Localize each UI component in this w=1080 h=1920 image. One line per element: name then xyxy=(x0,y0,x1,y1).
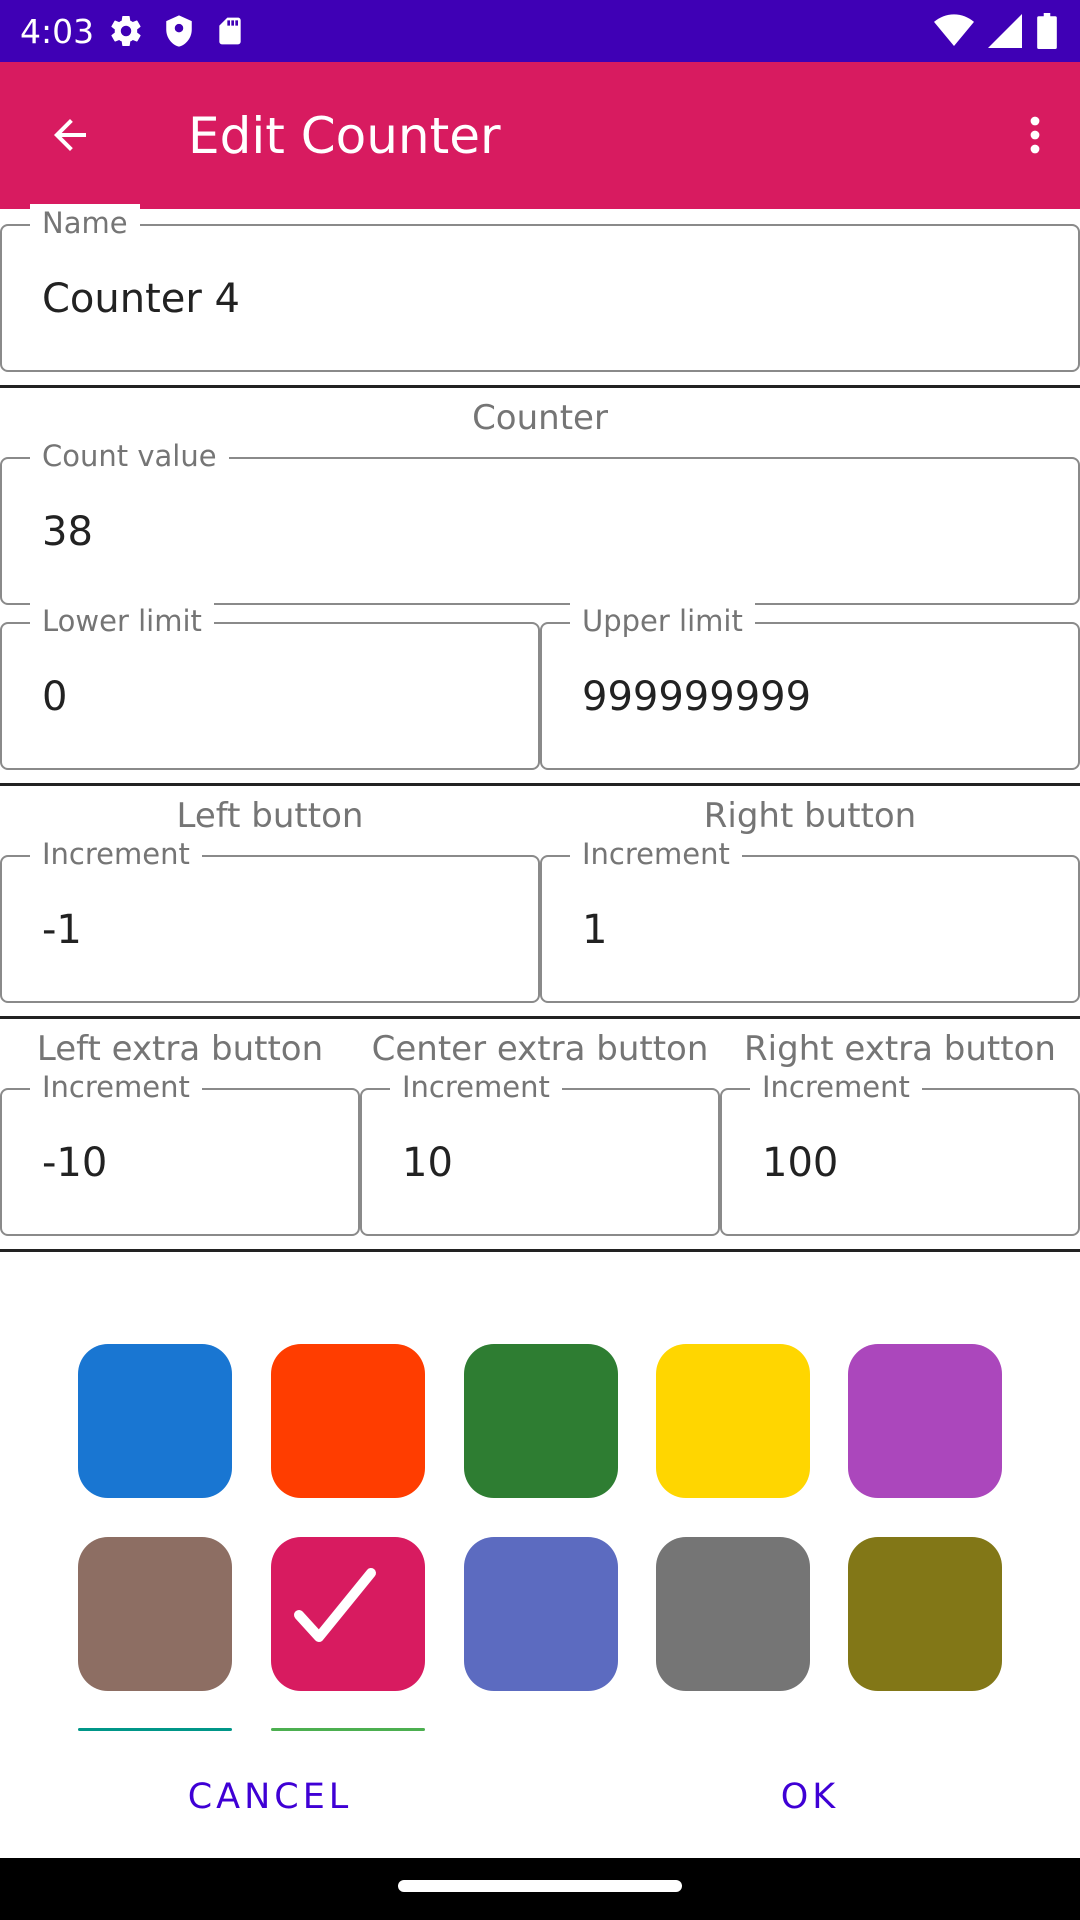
right-button-section-title: Right button xyxy=(703,796,917,836)
more-options-button[interactable] xyxy=(1000,100,1070,170)
right-extra-increment-label: Increment xyxy=(750,1068,922,1106)
color-swatch-yellow[interactable] xyxy=(656,1344,810,1498)
lower-limit-input[interactable]: 0 xyxy=(42,672,67,722)
left-extra-increment-label: Increment xyxy=(30,1068,202,1106)
left-extra-increment-field[interactable]: Increment -10 xyxy=(0,1068,360,1236)
color-swatch-pink[interactable] xyxy=(271,1537,425,1691)
page-title: Edit Counter xyxy=(188,107,501,165)
sd-card-icon xyxy=(214,13,246,53)
name-field-label: Name xyxy=(30,204,140,242)
color-swatch-olive[interactable] xyxy=(848,1537,1002,1691)
cell-signal-icon xyxy=(988,14,1022,52)
divider xyxy=(0,1249,1080,1252)
more-vert-icon xyxy=(1030,116,1040,154)
count-value-input[interactable]: 38 xyxy=(42,507,93,557)
right-button-increment-label: Increment xyxy=(570,835,742,873)
upper-limit-input[interactable]: 999999999 xyxy=(582,672,811,722)
home-gesture-handle[interactable] xyxy=(398,1880,682,1892)
color-swatch-green[interactable] xyxy=(464,1344,618,1498)
back-button[interactable] xyxy=(30,100,110,170)
check-icon xyxy=(294,1568,376,1642)
status-bar: 4:03 xyxy=(0,0,1080,62)
color-swatch-brown[interactable] xyxy=(78,1537,232,1691)
left-button-increment-field[interactable]: Increment -1 xyxy=(0,835,540,1003)
name-field-value[interactable]: Counter 4 xyxy=(42,274,240,324)
left-button-section-title: Left button xyxy=(176,796,364,836)
right-button-increment-field[interactable]: Increment 1 xyxy=(540,835,1080,1003)
battery-icon xyxy=(1036,13,1058,53)
right-extra-button-section-title: Right extra button xyxy=(744,1029,1056,1069)
gear-icon xyxy=(108,13,144,53)
color-swatch-orange[interactable] xyxy=(271,1344,425,1498)
right-button-increment-input[interactable]: 1 xyxy=(582,905,607,955)
status-time: 4:03 xyxy=(20,12,95,51)
color-swatch-grey[interactable] xyxy=(656,1537,810,1691)
left-extra-increment-input[interactable]: -10 xyxy=(42,1138,107,1188)
color-swatch-teal-partial[interactable] xyxy=(78,1728,232,1731)
color-swatch-indigo[interactable] xyxy=(464,1537,618,1691)
navigation-bar xyxy=(0,1858,1080,1920)
wifi-icon xyxy=(934,14,974,52)
center-extra-button-section-title: Center extra button xyxy=(371,1029,709,1069)
arrow-back-icon xyxy=(54,119,86,151)
ok-button[interactable]: OK xyxy=(760,1770,860,1824)
color-swatch-purple[interactable] xyxy=(848,1344,1002,1498)
upper-limit-field[interactable]: Upper limit 999999999 xyxy=(540,602,1080,770)
center-extra-increment-field[interactable]: Increment 10 xyxy=(360,1068,720,1236)
divider xyxy=(0,1016,1080,1019)
upper-limit-label: Upper limit xyxy=(570,602,755,640)
right-extra-increment-input[interactable]: 100 xyxy=(762,1138,838,1188)
shield-icon xyxy=(162,13,196,53)
lower-limit-field[interactable]: Lower limit 0 xyxy=(0,602,540,770)
left-button-increment-input[interactable]: -1 xyxy=(42,905,82,955)
color-swatch-green-partial[interactable] xyxy=(271,1728,425,1731)
name-field[interactable]: Name Counter 4 xyxy=(0,204,1080,372)
center-extra-increment-label: Increment xyxy=(390,1068,562,1106)
center-extra-increment-input[interactable]: 10 xyxy=(402,1138,453,1188)
count-value-field[interactable]: Count value 38 xyxy=(0,437,1080,605)
count-value-label: Count value xyxy=(30,437,229,475)
counter-section-title: Counter xyxy=(472,398,608,438)
divider xyxy=(0,783,1080,786)
divider xyxy=(0,385,1080,388)
color-swatch-blue[interactable] xyxy=(78,1344,232,1498)
left-button-increment-label: Increment xyxy=(30,835,202,873)
app-bar: Edit Counter xyxy=(0,62,1080,209)
left-extra-button-section-title: Left extra button xyxy=(36,1029,324,1069)
lower-limit-label: Lower limit xyxy=(30,602,214,640)
right-extra-increment-field[interactable]: Increment 100 xyxy=(720,1068,1080,1236)
cancel-button[interactable]: CANCEL xyxy=(180,1770,360,1824)
